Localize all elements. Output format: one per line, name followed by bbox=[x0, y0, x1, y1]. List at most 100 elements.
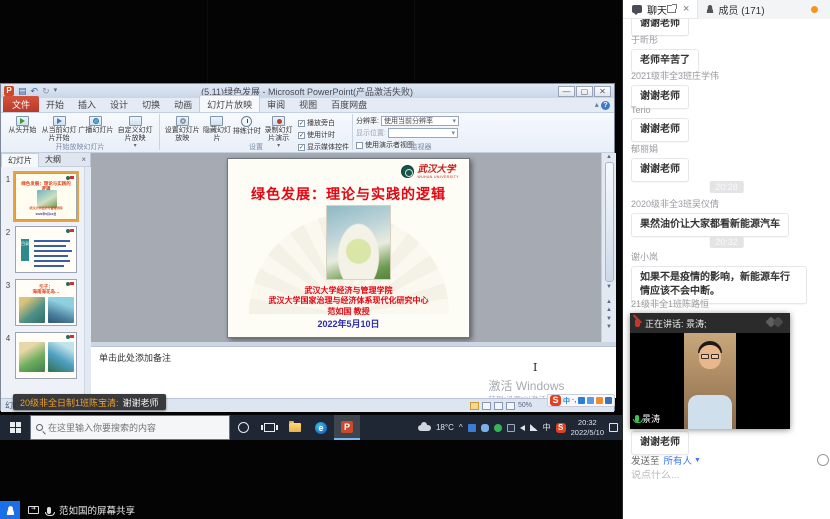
ime-indicator[interactable]: 中 bbox=[543, 422, 551, 433]
prev-slide-icon[interactable]: ▲▲ bbox=[602, 298, 616, 315]
text-cursor: I bbox=[533, 361, 537, 374]
ime-skin-icon[interactable] bbox=[596, 397, 603, 404]
tab-slideshow[interactable]: 幻灯片放映 bbox=[199, 95, 260, 112]
play-narration-checkbox[interactable]: ✓播放旁白 bbox=[298, 118, 349, 128]
speaking-label: 正在讲话: 景涛; bbox=[645, 317, 707, 330]
speaker-video-window[interactable]: 正在讲话: 景涛; 景涛 bbox=[630, 313, 790, 429]
file-explorer-button[interactable] bbox=[282, 415, 308, 440]
tab-file[interactable]: 文件 bbox=[3, 96, 39, 112]
tab-design[interactable]: 设计 bbox=[103, 96, 135, 112]
checkbox-checked-icon: ✓ bbox=[298, 132, 305, 139]
notes-pane[interactable]: 单击此处添加备注 I 激活 Windows 转到“设置”以激活 Windows。 bbox=[91, 346, 616, 398]
send-target-selector[interactable]: 所有人 bbox=[664, 453, 693, 467]
ribbon-collapse-help: ▴ ? bbox=[595, 100, 610, 110]
close-button[interactable]: ✕ bbox=[594, 86, 611, 97]
close-pane-icon[interactable]: × bbox=[81, 155, 90, 164]
start-button[interactable] bbox=[0, 415, 30, 440]
edge-button[interactable]: e bbox=[308, 415, 334, 440]
ime-keyboard-icon[interactable] bbox=[587, 397, 594, 404]
weather-icon[interactable] bbox=[418, 425, 431, 431]
resolution-select[interactable]: 使用当前分辨率▾ bbox=[381, 116, 459, 126]
cortana-button[interactable] bbox=[230, 415, 256, 440]
slide-editor[interactable]: 武汉大学 WUHAN UNIVERSITY 绿色发展：理论与实践的逻辑 武汉大学… bbox=[227, 158, 470, 338]
slide-thumbnail-1[interactable]: 1 绿色发展：理论与实践的逻辑 武汉大学经济与管理学院 2022年5月10日 bbox=[1, 173, 88, 220]
temperature[interactable]: 18°C bbox=[436, 423, 454, 432]
sogou-tray-icon[interactable]: S bbox=[556, 423, 566, 433]
slides-pane-scrollbar[interactable] bbox=[84, 167, 91, 398]
sogou-ime-toolbar[interactable]: S 中 ·, bbox=[547, 394, 615, 407]
action-center-icon[interactable] bbox=[609, 423, 618, 432]
slide-thumbnail-2[interactable]: 2 目录 bbox=[1, 226, 88, 273]
taskbar-search[interactable] bbox=[30, 415, 230, 440]
tray-mic-icon[interactable] bbox=[481, 424, 489, 432]
chat-input[interactable] bbox=[631, 470, 821, 481]
video-name-label: 景涛 bbox=[635, 412, 660, 425]
slide-thumbnail-3[interactable]: 3 引子： 海南海花岛… bbox=[1, 279, 88, 326]
tab-home[interactable]: 开始 bbox=[39, 96, 71, 112]
zoom-level[interactable]: 50% bbox=[518, 402, 532, 409]
search-input[interactable] bbox=[48, 423, 213, 433]
normal-view-icon[interactable] bbox=[470, 402, 479, 410]
chevron-down-icon[interactable]: ▼ bbox=[694, 457, 701, 464]
tab-baidu-netdisk[interactable]: 百度网盘 bbox=[324, 96, 374, 112]
tab-view[interactable]: 视图 bbox=[292, 96, 324, 112]
slideshow-view-icon[interactable] bbox=[506, 402, 515, 410]
volume-icon[interactable] bbox=[520, 425, 525, 431]
redo-icon[interactable]: ↻ bbox=[42, 86, 50, 96]
sogou-logo-icon[interactable]: S bbox=[550, 395, 561, 406]
minimize-button[interactable]: — bbox=[558, 86, 575, 97]
tab-review[interactable]: 审阅 bbox=[260, 96, 292, 112]
task-view-button[interactable] bbox=[256, 415, 282, 440]
canvas-scrollbar[interactable]: ▲ ▼ ▲▲ ▼▼ bbox=[601, 153, 616, 342]
use-timings-checkbox[interactable]: ✓使用计时 bbox=[298, 130, 349, 140]
tray-app-icon[interactable] bbox=[468, 424, 476, 432]
popout-icon[interactable] bbox=[667, 5, 676, 13]
broadcast-slideshow-button[interactable]: 广播幻灯片 bbox=[78, 115, 115, 135]
sorter-view-icon[interactable] bbox=[482, 402, 491, 410]
chat-notification-overlay: 20级非全日制1班陈宝清: 谢谢老师 bbox=[13, 394, 166, 410]
send-to-row: 发送至 所有人 ▼ bbox=[631, 453, 823, 467]
chat-message: 谢小岚 如果不是疫情的影响，新能源车行情应该不会中断。 bbox=[631, 250, 807, 304]
timestamp-chip: 20:28 bbox=[709, 181, 744, 193]
next-slide-icon[interactable]: ▼▼ bbox=[602, 315, 616, 332]
tab-animations[interactable]: 动画 bbox=[167, 96, 199, 112]
scroll-up-icon[interactable]: ▲ bbox=[602, 153, 616, 160]
help-icon[interactable]: ? bbox=[601, 101, 610, 110]
rehearse-timings-button[interactable]: 排练计时 bbox=[232, 115, 261, 136]
emoji-icon[interactable] bbox=[817, 454, 829, 466]
close-chat-icon[interactable]: × bbox=[683, 4, 689, 15]
tab-slides[interactable]: 幻灯片 bbox=[1, 153, 39, 167]
from-current-slide-button[interactable]: 从当前幻灯片开始 bbox=[41, 115, 78, 143]
thumb-logo-icon bbox=[66, 282, 74, 287]
maximize-button[interactable]: ▢ bbox=[576, 86, 593, 97]
from-beginning-button[interactable]: 从头开始 bbox=[4, 115, 41, 135]
taskbar-clock[interactable]: 20:32 2022/5/10 bbox=[571, 418, 604, 438]
tab-insert[interactable]: 插入 bbox=[71, 96, 103, 112]
tray-security-icon[interactable] bbox=[494, 424, 502, 432]
sharer-avatar[interactable] bbox=[0, 501, 20, 519]
tab-transitions[interactable]: 切换 bbox=[135, 96, 167, 112]
display-position-select[interactable]: ▾ bbox=[388, 128, 458, 138]
hidden-icons-chevron[interactable]: ^ bbox=[459, 423, 463, 432]
tab-outline[interactable]: 大纲 bbox=[39, 153, 67, 166]
ime-mic-icon[interactable] bbox=[578, 397, 585, 404]
ime-punctuation-icon[interactable]: ·, bbox=[572, 397, 576, 404]
undo-icon[interactable]: ↶ bbox=[31, 86, 39, 96]
scroll-down-icon[interactable]: ▼ bbox=[602, 284, 616, 290]
tray-monitor-icon[interactable] bbox=[507, 424, 515, 432]
thumb-logo-icon bbox=[66, 335, 74, 340]
ime-chinese-icon[interactable]: 中 bbox=[563, 396, 570, 406]
reading-view-icon[interactable] bbox=[494, 402, 503, 410]
scrollbar-thumb[interactable] bbox=[605, 162, 614, 282]
slide-thumbnail-4[interactable]: 4 bbox=[1, 332, 88, 379]
hide-slide-button[interactable]: 隐藏幻灯片 bbox=[202, 115, 233, 143]
network-icon[interactable] bbox=[530, 424, 538, 431]
setup-slideshow-button[interactable]: 设置幻灯片放映 bbox=[163, 115, 202, 143]
university-emblem-icon bbox=[401, 165, 414, 178]
powerpoint-taskbar-button[interactable]: P bbox=[334, 415, 360, 440]
video-grid-line bbox=[207, 0, 208, 83]
chat-message: 21级非全1班陈路恒 bbox=[631, 297, 709, 313]
save-icon[interactable]: ▤ bbox=[18, 86, 27, 96]
ime-toolbox-icon[interactable] bbox=[605, 397, 612, 404]
members-header[interactable]: 成员 (171) bbox=[697, 0, 830, 19]
